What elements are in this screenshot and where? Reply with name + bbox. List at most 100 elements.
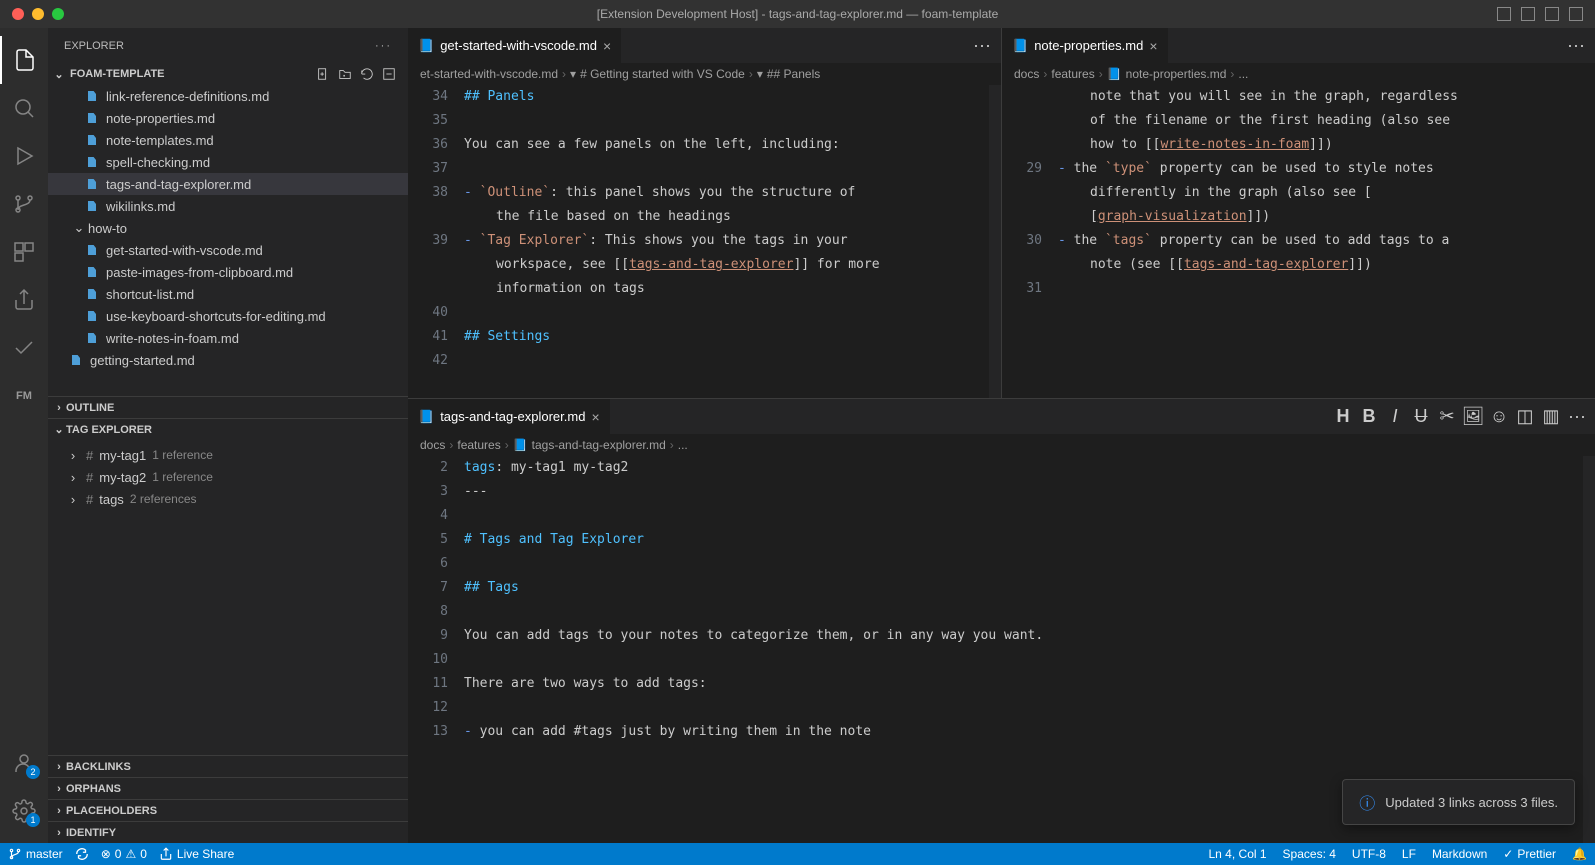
tab-tags-explorer[interactable]: 📘 tags-and-tag-explorer.md ×	[408, 399, 611, 434]
placeholders-section[interactable]: › PLACEHOLDERS	[48, 799, 408, 821]
toggle-panel-left-icon[interactable]	[1497, 7, 1511, 21]
tag-item[interactable]: ›#my-tag11 reference	[48, 444, 408, 466]
folder-item[interactable]: ⌄how-to	[48, 217, 408, 239]
close-tab-icon[interactable]: ×	[1149, 38, 1157, 54]
indentation-indicator[interactable]: Spaces: 4	[1283, 847, 1336, 861]
errors-indicator[interactable]: ⊗0 ⚠0	[101, 847, 147, 861]
file-item[interactable]: getting-started.md	[48, 349, 408, 371]
tab-note-properties[interactable]: 📘 note-properties.md ×	[1002, 28, 1169, 63]
file-item[interactable]: use-keyboard-shortcuts-for-editing.md	[48, 305, 408, 327]
code-editor[interactable]: 293031 note that you will see in the gra…	[1002, 85, 1595, 398]
search-activity[interactable]	[0, 84, 48, 132]
refresh-icon[interactable]	[360, 67, 374, 81]
file-tree[interactable]: link-reference-definitions.mdnote-proper…	[48, 85, 408, 396]
outline-section[interactable]: › OUTLINE	[48, 396, 408, 418]
image-icon[interactable]: 🖼	[1465, 409, 1481, 425]
testing-activity[interactable]	[0, 324, 48, 372]
sync-indicator[interactable]	[75, 847, 89, 861]
breadcrumbs[interactable]: et-started-with-vscode.md › ▾ # Getting …	[408, 63, 1001, 85]
code-content[interactable]: ## Panels You can see a few panels on th…	[464, 85, 989, 398]
file-item[interactable]: get-started-with-vscode.md	[48, 239, 408, 261]
close-tab-icon[interactable]: ×	[603, 38, 611, 54]
chevron-right-icon: ›	[52, 761, 66, 773]
file-item[interactable]: note-templates.md	[48, 129, 408, 151]
source-control-activity[interactable]	[0, 180, 48, 228]
extensions-activity[interactable]	[0, 228, 48, 276]
file-item[interactable]: tags-and-tag-explorer.md	[48, 173, 408, 195]
workspace-root-header[interactable]: ⌄ FOAM-TEMPLATE	[48, 63, 408, 85]
minimap[interactable]	[989, 85, 1001, 398]
tag-explorer-label: TAG EXPLORER	[66, 424, 152, 436]
tag-item[interactable]: ›#tags2 references	[48, 488, 408, 510]
tab-label: get-started-with-vscode.md	[440, 38, 597, 53]
orphans-section[interactable]: › ORPHANS	[48, 777, 408, 799]
encoding-indicator[interactable]: UTF-8	[1352, 847, 1386, 861]
italic-icon[interactable]: I	[1387, 409, 1403, 425]
more-icon[interactable]: ···	[1569, 409, 1585, 425]
close-tab-icon[interactable]: ×	[591, 409, 599, 425]
new-folder-icon[interactable]	[338, 67, 352, 81]
heading-icon[interactable]: H	[1335, 409, 1351, 425]
accounts-activity[interactable]: 2	[0, 739, 48, 787]
chevron-right-icon: ›	[52, 402, 66, 414]
cursor-position[interactable]: Ln 4, Col 1	[1209, 847, 1267, 861]
share-activity[interactable]	[0, 276, 48, 324]
breadcrumbs[interactable]: docs › features › 📘 tags-and-tag-explore…	[408, 434, 1595, 456]
strikethrough-icon[interactable]: U	[1413, 409, 1429, 425]
more-actions-icon[interactable]: ···	[375, 40, 392, 52]
language-indicator[interactable]: Markdown	[1432, 847, 1487, 861]
more-icon[interactable]: ···	[1567, 35, 1585, 56]
eol-indicator[interactable]: LF	[1402, 847, 1416, 861]
foam-activity[interactable]: FM	[0, 372, 48, 420]
tab-actions: ···	[963, 28, 1001, 63]
minimap[interactable]	[1583, 456, 1595, 843]
preview-side-icon[interactable]: ◫	[1517, 409, 1533, 425]
live-share-indicator[interactable]: Live Share	[159, 847, 234, 861]
close-window-button[interactable]	[12, 8, 24, 20]
new-file-icon[interactable]	[316, 67, 330, 81]
notifications-icon[interactable]: 🔔	[1572, 847, 1587, 861]
prettier-indicator[interactable]: ✓ Prettier	[1503, 847, 1556, 861]
cut-icon[interactable]: ✂	[1439, 409, 1455, 425]
identify-section[interactable]: › IDENTIFY	[48, 821, 408, 843]
toggle-panel-bottom-icon[interactable]	[1521, 7, 1535, 21]
file-item[interactable]: paste-images-from-clipboard.md	[48, 261, 408, 283]
file-item[interactable]: shortcut-list.md	[48, 283, 408, 305]
editor-group-bottom: 📘 tags-and-tag-explorer.md × H B I U ✂ 🖼…	[408, 399, 1595, 843]
file-item[interactable]: wikilinks.md	[48, 195, 408, 217]
orphans-label: ORPHANS	[66, 783, 121, 795]
more-icon[interactable]: ···	[973, 35, 991, 56]
customize-layout-icon[interactable]	[1569, 7, 1583, 21]
notification-toast[interactable]: ⓘ Updated 3 links across 3 files.	[1342, 779, 1575, 825]
branch-indicator[interactable]: master	[8, 847, 63, 861]
branch-icon	[8, 847, 22, 861]
main-area: FM 2 1 EXPLORER ··· ⌄ FOAM-TEMPLATE	[0, 28, 1595, 843]
breadcrumbs[interactable]: docs › features › 📘 note-properties.md ›…	[1002, 63, 1595, 85]
status-right: Ln 4, Col 1 Spaces: 4 UTF-8 LF Markdown …	[1209, 847, 1588, 861]
file-item[interactable]: write-notes-in-foam.md	[48, 327, 408, 349]
tag-tree[interactable]: ›#my-tag11 reference›#my-tag21 reference…	[48, 440, 408, 755]
split-icon[interactable]: ▥	[1543, 409, 1559, 425]
backlinks-section[interactable]: › BACKLINKS	[48, 755, 408, 777]
chevron-down-icon: ⌄	[52, 423, 66, 436]
tab-get-started[interactable]: 📘 get-started-with-vscode.md ×	[408, 28, 622, 63]
minimize-window-button[interactable]	[32, 8, 44, 20]
tag-explorer-section[interactable]: ⌄ TAG EXPLORER	[48, 418, 408, 440]
emoji-icon[interactable]: ☺	[1491, 409, 1507, 425]
file-item[interactable]: link-reference-definitions.md	[48, 85, 408, 107]
code-editor[interactable]: 343536373839404142 ## Panels You can see…	[408, 85, 1001, 398]
run-debug-activity[interactable]	[0, 132, 48, 180]
tab-bar: 📘 note-properties.md × ···	[1002, 28, 1595, 63]
toggle-panel-right-icon[interactable]	[1545, 7, 1559, 21]
bold-icon[interactable]: B	[1361, 409, 1377, 425]
toast-message: Updated 3 links across 3 files.	[1385, 795, 1558, 810]
collapse-icon[interactable]	[382, 67, 396, 81]
file-item[interactable]: spell-checking.md	[48, 151, 408, 173]
settings-activity[interactable]: 1	[0, 787, 48, 835]
explorer-activity[interactable]	[0, 36, 48, 84]
maximize-window-button[interactable]	[52, 8, 64, 20]
code-content[interactable]: note that you will see in the graph, reg…	[1058, 85, 1595, 398]
markdown-file-icon: 📘	[418, 38, 434, 54]
file-item[interactable]: note-properties.md	[48, 107, 408, 129]
tag-item[interactable]: ›#my-tag21 reference	[48, 466, 408, 488]
